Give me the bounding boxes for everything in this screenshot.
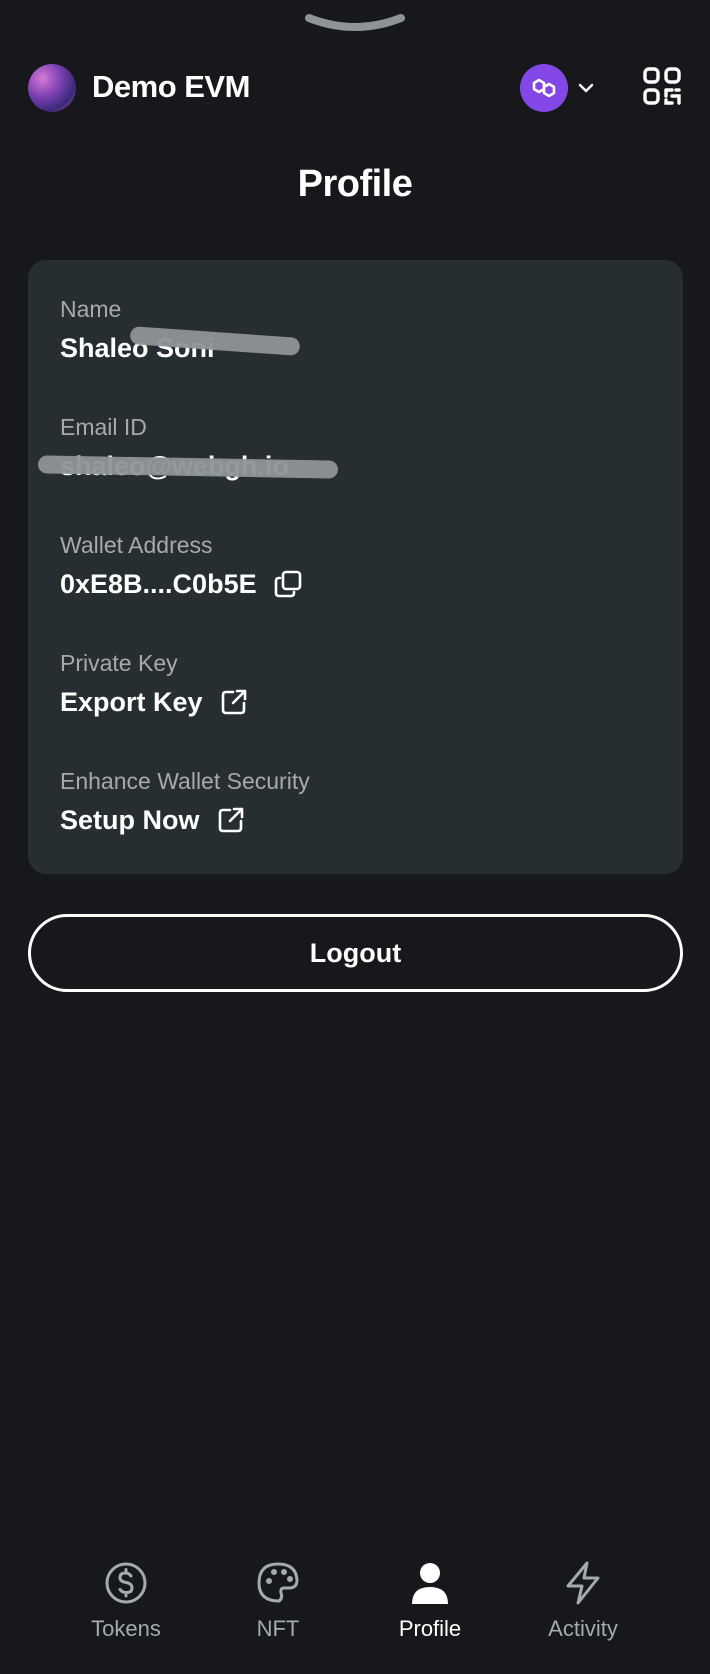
setup-now-label: Setup Now [60,805,200,835]
tab-tokens-label: Tokens [91,1616,161,1641]
tab-nft[interactable]: NFT [203,1560,353,1642]
tab-activity-label: Activity [548,1616,618,1641]
polygon-icon [520,64,568,112]
copy-icon[interactable] [273,569,303,599]
logout-button[interactable]: Logout [28,914,683,992]
bottom-tab-bar: Tokens NFT Profile Activity [0,1560,710,1674]
external-link-icon [218,807,243,833]
name-value: Shaleo Soni [60,326,301,366]
tab-profile-label: Profile [398,1616,462,1641]
email-value: shaleo@webgh.io [37,448,339,484]
lightning-icon [566,1561,600,1605]
external-link-icon [221,689,246,715]
chevron-down-icon [578,83,594,93]
wallet-address: 0xE8B....C0b5E [60,569,257,599]
export-key-link[interactable]: Export Key [60,684,249,720]
user-icon [412,1563,448,1604]
tab-activity[interactable]: Activity [508,1560,658,1642]
private-key-field: Private Key Export Key [60,648,249,720]
name-label: Name [60,296,122,322]
export-key-label: Export Key [60,687,203,717]
header: Demo EVM [28,62,682,116]
private-key-label: Private Key [60,650,178,676]
setup-now-link[interactable]: Setup Now [60,802,310,838]
palette-icon [257,1562,299,1603]
dollar-circle-icon [105,1562,147,1604]
avatar[interactable] [28,64,76,112]
wallet-label: Wallet Address [60,532,213,558]
security-field: Enhance Wallet Security Setup Now [60,766,310,838]
network-selector[interactable] [520,64,600,112]
tab-tokens[interactable]: Tokens [51,1560,201,1642]
tab-nft-label: NFT [256,1616,300,1641]
email-label: Email ID [60,414,147,440]
tab-profile[interactable]: Profile [355,1560,505,1642]
name-field: Name Shaleo Soni [60,294,301,366]
security-label: Enhance Wallet Security [60,768,310,794]
qr-code-icon[interactable] [642,66,682,106]
email-field: Email ID shaleo@webgh.io [37,412,339,484]
wallet-field: Wallet Address 0xE8B....C0b5E [60,530,303,602]
profile-card: Name Shaleo Soni Email ID shaleo@webgh.i… [28,260,683,874]
app-title: Demo EVM [92,69,250,104]
sheet-handle[interactable] [305,12,405,34]
page-title: Profile [297,163,413,205]
